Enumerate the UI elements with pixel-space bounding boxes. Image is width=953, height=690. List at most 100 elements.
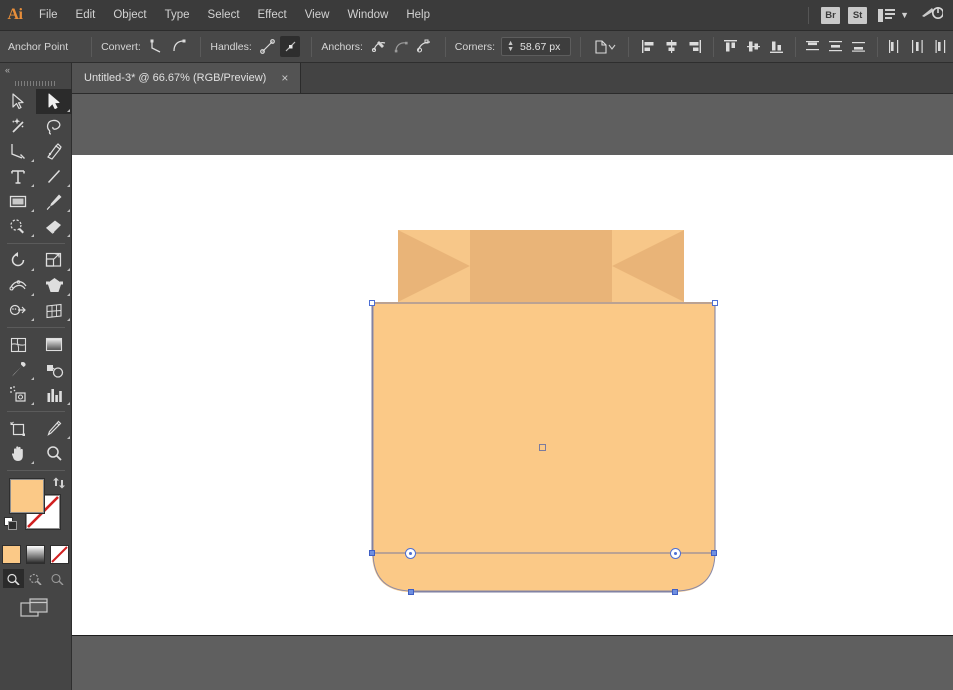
tool-flyout-indicator[interactable]: [31, 377, 34, 380]
distribute-top-icon[interactable]: [802, 36, 823, 57]
menu-help[interactable]: Help: [397, 0, 439, 31]
shaper-tool[interactable]: [0, 214, 36, 239]
free-transform-tool[interactable]: [36, 273, 72, 298]
cut-path-at-anchors-icon[interactable]: [413, 36, 433, 57]
close-icon[interactable]: ×: [278, 72, 291, 85]
swap-fill-stroke-icon[interactable]: [52, 477, 66, 495]
lasso-tool[interactable]: [36, 114, 72, 139]
connect-selected-endpoints-icon[interactable]: [391, 36, 411, 57]
convert-to-corner-icon[interactable]: [147, 36, 167, 57]
eraser-tool[interactable]: [36, 214, 72, 239]
gradient-mode-button[interactable]: [26, 545, 45, 564]
draw-inside-button[interactable]: [47, 569, 68, 588]
align-top-icon[interactable]: [720, 36, 741, 57]
tool-flyout-indicator[interactable]: [67, 268, 70, 271]
panel-drag-handle[interactable]: [0, 77, 71, 89]
tool-flyout-indicator[interactable]: [31, 402, 34, 405]
menu-window[interactable]: Window: [338, 0, 397, 31]
tool-flyout-indicator[interactable]: [67, 184, 70, 187]
menu-file[interactable]: File: [30, 0, 67, 31]
type-tool[interactable]: [0, 164, 36, 189]
stepper-down-icon[interactable]: ▼: [507, 46, 514, 53]
remove-selected-anchors-icon[interactable]: [369, 36, 389, 57]
draw-behind-button[interactable]: [25, 569, 46, 588]
tool-flyout-indicator[interactable]: [67, 402, 70, 405]
distribute-right-icon[interactable]: [930, 36, 951, 57]
align-bottom-icon[interactable]: [766, 36, 787, 57]
tool-flyout-indicator[interactable]: [67, 209, 70, 212]
distribute-vertical-center-icon[interactable]: [825, 36, 846, 57]
menu-effect[interactable]: Effect: [249, 0, 296, 31]
anchor-bottom-right-start[interactable]: [711, 550, 717, 556]
slice-tool[interactable]: [36, 416, 72, 441]
anchor-top-left[interactable]: [369, 300, 375, 306]
tool-flyout-indicator[interactable]: [31, 234, 34, 237]
eyedropper-tool[interactable]: [0, 357, 36, 382]
distribute-left-icon[interactable]: [884, 36, 905, 57]
blend-tool[interactable]: [36, 357, 72, 382]
width-tool[interactable]: [0, 273, 36, 298]
tool-flyout-indicator[interactable]: [67, 234, 70, 237]
fill-color-swatch[interactable]: [10, 479, 44, 513]
default-fill-stroke-icon[interactable]: [4, 517, 18, 536]
distribute-bottom-icon[interactable]: [848, 36, 869, 57]
magic-wand-tool[interactable]: [0, 114, 36, 139]
align-horizontal-center-icon[interactable]: [661, 36, 682, 57]
menu-select[interactable]: Select: [199, 0, 249, 31]
artwork-layer[interactable]: [72, 94, 953, 690]
paintbrush-tool[interactable]: [36, 189, 72, 214]
search-adobe-stock-icon[interactable]: [921, 5, 944, 26]
anchor-bottom-left-end[interactable]: [408, 589, 414, 595]
rotate-tool[interactable]: [0, 248, 36, 273]
tool-flyout-indicator[interactable]: [67, 109, 70, 112]
convert-to-smooth-icon[interactable]: [169, 36, 189, 57]
tool-flyout-indicator[interactable]: [67, 293, 70, 296]
none-mode-button[interactable]: [50, 545, 69, 564]
canvas-area[interactable]: [72, 94, 953, 690]
direct-selection-tool[interactable]: [36, 89, 72, 114]
menu-view[interactable]: View: [296, 0, 339, 31]
tool-flyout-indicator[interactable]: [31, 268, 34, 271]
distribute-horizontal-center-icon[interactable]: [907, 36, 928, 57]
menu-object[interactable]: Object: [104, 0, 155, 31]
rectangle-tool[interactable]: [0, 189, 36, 214]
tool-flyout-indicator[interactable]: [31, 209, 34, 212]
collapse-panel-button[interactable]: «: [0, 63, 71, 77]
corner-radius-value[interactable]: 58.67 px: [520, 41, 567, 53]
corner-radius-stepper[interactable]: ▲ ▼ 58.67 px: [501, 37, 572, 56]
isolate-selected-object-icon[interactable]: [590, 36, 617, 57]
hide-handles-icon[interactable]: [280, 36, 301, 57]
bridge-button[interactable]: Br: [821, 6, 841, 24]
selection-tool[interactable]: [0, 89, 36, 114]
curvature-tool[interactable]: [36, 139, 72, 164]
anchor-bottom-left-start[interactable]: [369, 550, 375, 556]
tool-flyout-indicator[interactable]: [67, 318, 70, 321]
column-graph-tool[interactable]: [36, 382, 72, 407]
document-tab[interactable]: Untitled-3* @ 66.67% (RGB/Preview) ×: [72, 63, 302, 93]
live-corner-widget-bottom-right[interactable]: [670, 548, 681, 559]
tool-flyout-indicator[interactable]: [31, 461, 34, 464]
gradient-tool[interactable]: [36, 332, 72, 357]
stepper-arrows[interactable]: ▲ ▼: [505, 40, 516, 53]
menu-edit[interactable]: Edit: [67, 0, 105, 31]
change-screen-mode-button[interactable]: [19, 598, 52, 625]
show-handles-icon[interactable]: [258, 36, 278, 57]
anchor-bottom-right-end[interactable]: [672, 589, 678, 595]
artboard-tool[interactable]: [0, 416, 36, 441]
live-corner-widget-bottom-left[interactable]: [405, 548, 416, 559]
pen-tool[interactable]: [0, 139, 36, 164]
align-left-icon[interactable]: [638, 36, 659, 57]
align-right-icon[interactable]: [684, 36, 705, 57]
align-vertical-center-icon[interactable]: [743, 36, 764, 57]
tool-flyout-indicator[interactable]: [31, 293, 34, 296]
draw-normal-button[interactable]: [3, 569, 24, 588]
mesh-tool[interactable]: [0, 332, 36, 357]
zoom-tool[interactable]: [36, 441, 72, 466]
scale-tool[interactable]: [36, 248, 72, 273]
anchor-top-right[interactable]: [712, 300, 718, 306]
workspace-switcher[interactable]: ▼: [878, 8, 909, 22]
symbol-sprayer-tool[interactable]: [0, 382, 36, 407]
tool-flyout-indicator[interactable]: [67, 436, 70, 439]
tool-flyout-indicator[interactable]: [31, 159, 34, 162]
color-mode-button[interactable]: [2, 545, 21, 564]
